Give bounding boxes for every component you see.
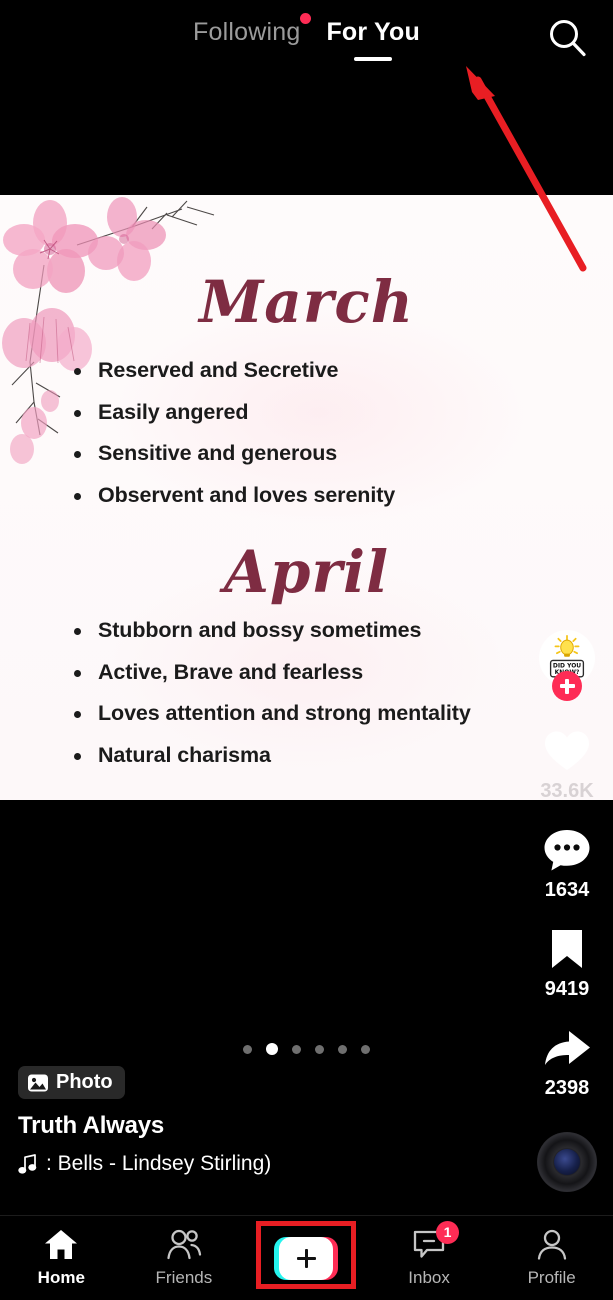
nav-label-profile: Profile [527, 1267, 576, 1287]
heart-icon[interactable] [540, 726, 594, 776]
month-title-april: April [223, 538, 390, 606]
top-tab-bar: Following For You [0, 0, 613, 195]
action-rail: DID YOU KNOW? 33.6K [521, 630, 613, 1192]
bookmark-icon[interactable] [540, 924, 594, 974]
pagination-dot[interactable] [292, 1044, 301, 1054]
bookmark-action[interactable]: 9419 [540, 924, 594, 1001]
avatar-with-follow[interactable]: DID YOU KNOW? [539, 630, 595, 701]
month-title-march: March [199, 268, 414, 336]
nav-item-home[interactable]: Home [0, 1216, 123, 1300]
post-caption: Photo Truth Always : Bells - Lindsey Sti… [18, 1066, 478, 1176]
music-disc-icon[interactable] [537, 1132, 597, 1192]
nav-item-friends[interactable]: Friends [123, 1216, 246, 1300]
follow-button[interactable] [552, 671, 582, 701]
active-tab-underline [354, 57, 393, 61]
nav-label-friends: Friends [155, 1267, 213, 1287]
photo-badge-label: Photo [56, 1071, 113, 1093]
following-notification-dot [300, 13, 312, 24]
trait-item: Stubborn and bossy sometimes [72, 619, 471, 642]
inbox-icon: 1 [412, 1220, 460, 1261]
like-action[interactable]: 33.6K [540, 726, 594, 803]
pagination-dot[interactable] [315, 1044, 324, 1054]
tab-following-label: Following [193, 18, 301, 46]
nav-label-inbox: Inbox [408, 1267, 450, 1287]
pagination-dot[interactable] [361, 1044, 370, 1054]
post-music[interactable]: : Bells - Lindsey Stirling) [18, 1152, 478, 1176]
pagination-dot[interactable] [243, 1044, 252, 1054]
tab-for-you[interactable]: For You [324, 18, 422, 61]
trait-item: Natural charisma [72, 744, 471, 767]
comment-count: 1634 [544, 879, 590, 901]
trait-item: Sensitive and generous [72, 442, 395, 465]
pagination-dot-active[interactable] [266, 1043, 278, 1055]
search-icon[interactable] [545, 16, 589, 60]
home-icon [44, 1229, 78, 1261]
bookmark-count: 9419 [544, 978, 590, 1000]
like-count: 33.6K [540, 780, 594, 802]
photo-icon [28, 1074, 48, 1091]
comment-icon[interactable] [540, 825, 594, 875]
share-count: 2398 [544, 1077, 590, 1099]
trait-item: Easily angered [72, 401, 395, 424]
share-action[interactable]: 2398 [540, 1023, 594, 1100]
pagination-dot[interactable] [338, 1044, 347, 1054]
trait-item: Reserved and Secretive [72, 359, 395, 382]
nav-item-inbox[interactable]: 1 Inbox [368, 1216, 491, 1300]
profile-icon [536, 1229, 568, 1261]
music-note-icon [18, 1153, 37, 1174]
tab-for-you-label: For You [326, 18, 420, 46]
comment-action[interactable]: 1634 [540, 825, 594, 902]
trait-item: Observent and loves serenity [72, 484, 395, 507]
music-title: : Bells - Lindsey Stirling) [46, 1152, 272, 1175]
post-username[interactable]: Truth Always [18, 1112, 478, 1140]
photo-badge[interactable]: Photo [18, 1066, 125, 1099]
nav-item-profile[interactable]: Profile [490, 1216, 613, 1300]
friends-icon [166, 1229, 202, 1261]
tab-following[interactable]: Following [191, 13, 312, 47]
annotation-box-create-button [256, 1221, 356, 1289]
feed-tabs: Following For You [0, 13, 613, 61]
carousel-pagination[interactable] [0, 1043, 613, 1055]
traits-list-march: Reserved and Secretive Easily angered Se… [72, 359, 395, 526]
trait-item: Loves attention and strong mentality [72, 702, 471, 725]
traits-list-april: Stubborn and bossy sometimes Active, Bra… [72, 619, 471, 786]
inbox-badge: 1 [436, 1220, 460, 1244]
tiktok-feed-screen: March Reserved and Secretive Easily ange… [0, 0, 613, 1300]
trait-item: Active, Brave and fearless [72, 661, 471, 684]
music-disc-center [554, 1149, 580, 1175]
nav-label-home: Home [37, 1267, 85, 1287]
